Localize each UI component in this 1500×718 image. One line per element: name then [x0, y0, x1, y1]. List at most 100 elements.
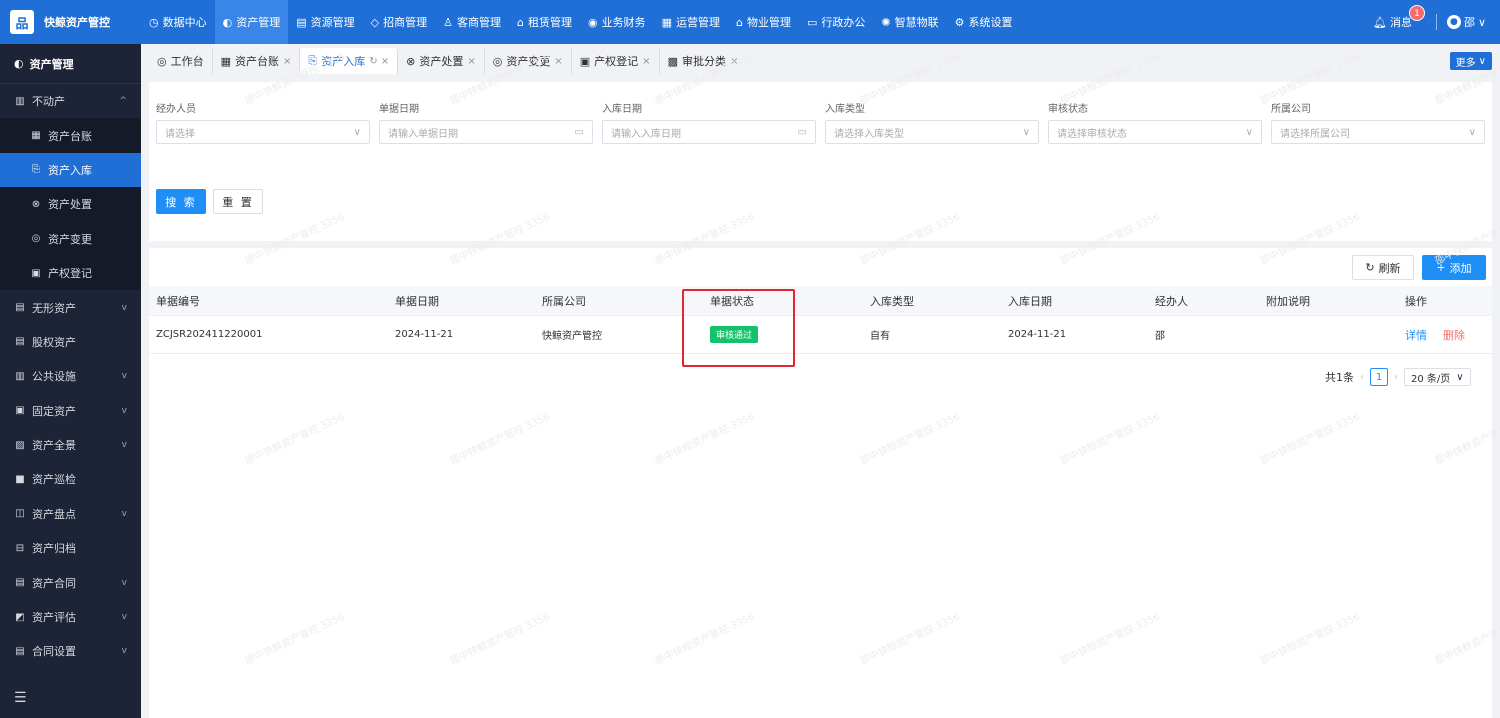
topnav-data-center[interactable]: ◷ 数据中心: [141, 0, 215, 44]
topnav-resource-management[interactable]: ▤ 资源管理: [288, 0, 362, 44]
actions-cell: 详情 删除: [1405, 316, 1465, 353]
sidebar-item-asset-disposal[interactable]: ⊗ 资产处置: [0, 187, 141, 222]
refresh-button[interactable]: ↻ 刷新: [1352, 255, 1414, 280]
sidebar-item-equity[interactable]: ▤ 股权资产: [0, 325, 141, 359]
sidebar-item-asset-inventory[interactable]: ◫ 资产盘点 v: [0, 497, 141, 531]
tab-workbench[interactable]: ◎ 工作台: [149, 48, 213, 74]
tab-property-registration[interactable]: ▣ 产权登记 ×: [572, 48, 660, 74]
document-date-field: 单据日期 请输入单据日期 ▭: [379, 100, 593, 144]
column-header[interactable]: 单据编号: [156, 286, 200, 315]
sidebar-item-label: 不动产: [32, 95, 65, 109]
refresh-icon: ↻: [1365, 261, 1375, 274]
sidebar-item-label: 资产变更: [48, 232, 92, 246]
sun-icon: ✺: [881, 15, 891, 29]
placeholder: 请输入入库日期: [611, 128, 681, 140]
search-button[interactable]: 搜 索: [156, 189, 206, 214]
sidebar-item-asset-inspection[interactable]: ■ 资产巡检: [0, 462, 141, 496]
menu-collapse-icon[interactable]: ☰: [14, 690, 27, 706]
field-label: 入库类型: [825, 104, 865, 115]
close-icon[interactable]: ×: [642, 56, 650, 67]
company-select[interactable]: 请选择所属公司 ∨: [1271, 120, 1485, 144]
next-page-icon[interactable]: ›: [1394, 372, 1398, 383]
close-icon[interactable]: ×: [283, 56, 291, 67]
topnav-office[interactable]: ▭ 行政办公: [799, 0, 873, 44]
detail-link[interactable]: 详情: [1405, 327, 1427, 343]
sidebar-item-intangible[interactable]: ▤ 无形资产 v: [0, 290, 141, 324]
sidebar-item-property-registration[interactable]: ▣ 产权登记: [0, 255, 141, 291]
sidebar-item-label: 产权登记: [48, 267, 92, 281]
topnav-lease[interactable]: ⌂ 租赁管理: [509, 0, 580, 44]
topnav-settings[interactable]: ⚙ 系统设置: [947, 0, 1021, 44]
table-row[interactable]: ZCJSR202411220001 2024-11-21 快鲸资产管控 审核通过…: [149, 316, 1492, 354]
tab-label: 产权登记: [594, 55, 639, 68]
message-button[interactable]: 🔔︎ 消息 1: [1373, 5, 1425, 30]
prev-page-icon[interactable]: ‹: [1360, 372, 1364, 383]
tab-asset-disposal[interactable]: ⊗ 资产处置 ×: [398, 48, 485, 74]
sidebar-item-real-estate[interactable]: ▥ 不动产 ^: [0, 84, 141, 118]
sidebar-item-asset-inbound[interactable]: ⎘ 资产入库: [0, 152, 141, 188]
more-tabs-button[interactable]: 更多 ∨: [1449, 52, 1492, 70]
tab-bar: ◎ 工作台 ▦ 资产台账 × ⎘ 资产入库 ↻ × ⊗ 资产处置 × ◎ 资产变更 × ▣ 产权登记…: [149, 48, 1492, 74]
user-name: 邵: [1463, 16, 1475, 29]
tab-approval-category[interactable]: ▩ 审批分类 ×: [660, 48, 747, 74]
tab-asset-inbound[interactable]: ⎘ 资产入库 ↻ ×: [300, 48, 399, 74]
column-header[interactable]: 所属公司: [542, 286, 586, 315]
topnav-finance[interactable]: ◉ 业务财务: [580, 0, 654, 44]
document-date-input[interactable]: 请输入单据日期 ▭: [379, 120, 593, 144]
field-label: 经办人员: [156, 104, 196, 115]
page-number[interactable]: 1: [1370, 368, 1388, 386]
topnav-client[interactable]: ♙ 客商管理: [435, 0, 509, 44]
column-header[interactable]: 单据日期: [395, 286, 439, 315]
refresh-close-icon[interactable]: ↻ ×: [369, 56, 389, 67]
reset-button[interactable]: 重 置: [213, 189, 263, 214]
intangible-icon: ▤: [15, 302, 25, 314]
sidebar: ◐ 资产管理 ▥ 不动产 ^ ▦ 资产台账 ⎘ 资产入库 ⊗ 资产处置 ◎ 资产变更 ▣ 产权…: [0, 44, 141, 718]
topnav-operations[interactable]: ▦ 运营管理: [654, 0, 728, 44]
audit-status-select[interactable]: 请选择审核状态 ∨: [1048, 120, 1262, 144]
topnav-investment[interactable]: ◇ 招商管理: [363, 0, 435, 44]
topnav-iot[interactable]: ✺ 智慧物联: [873, 0, 946, 44]
disposal-icon: ⊗: [406, 54, 416, 68]
sidebar-item-asset-contract[interactable]: ▤ 资产合同 v: [0, 565, 141, 599]
sidebar-item-public-facilities[interactable]: ▥ 公共设施 v: [0, 359, 141, 393]
sidebar-item-asset-ledger[interactable]: ▦ 资产台账: [0, 118, 141, 153]
table-panel: ↻ 刷新 + 添加 单据编号 单据日期 所属公司 单据状态 入库类型 入库日期 经办…: [149, 248, 1492, 718]
category-icon: ▩: [667, 54, 678, 68]
sidebar-item-asset-archive[interactable]: ⊟ 资产归档: [0, 531, 141, 565]
column-header[interactable]: 入库类型: [870, 286, 914, 315]
tab-asset-change[interactable]: ◎ 资产变更 ×: [485, 48, 572, 74]
topnav-asset-management[interactable]: ◐ 资产管理: [214, 0, 289, 44]
sidebar-item-label: 无形资产: [32, 301, 76, 315]
column-header[interactable]: 经办人: [1155, 286, 1188, 315]
topnav-property[interactable]: ⌂ 物业管理: [728, 0, 799, 44]
page-size-select[interactable]: 20 条/页 ∨: [1404, 368, 1471, 386]
close-icon[interactable]: ×: [554, 56, 562, 67]
delete-link[interactable]: 删除: [1443, 327, 1465, 343]
inbound-date-input[interactable]: 请输入入库日期 ▭: [602, 120, 816, 144]
tab-asset-ledger[interactable]: ▦ 资产台账 ×: [213, 48, 301, 74]
logo[interactable]: 品 快鲸资产管控: [0, 0, 141, 44]
user-menu[interactable]: ● 邵 ∨: [1446, 14, 1486, 30]
sidebar-item-asset-panorama[interactable]: ▨ 资产全景 v: [0, 428, 141, 462]
close-icon[interactable]: ×: [730, 56, 738, 67]
topnav-label: 资源管理: [310, 16, 355, 29]
column-header[interactable]: 入库日期: [1008, 286, 1052, 315]
top-bar: 品 快鲸资产管控 ◷ 数据中心 ◐ 资产管理 ▤ 资源管理 ◇ 招商管理 ♙ 客商管理 ⌂…: [0, 0, 1500, 44]
close-icon[interactable]: ×: [467, 56, 475, 67]
sidebar-item-fixed-assets[interactable]: ▣ 固定资产 v: [0, 394, 141, 428]
sidebar-item-asset-evaluation[interactable]: ◩ 资产评估 v: [0, 600, 141, 634]
monitor-icon: ▭: [806, 15, 818, 29]
sidebar-item-asset-change[interactable]: ◎ 资产变更: [0, 221, 141, 256]
placeholder: 请选择: [165, 128, 195, 140]
column-header[interactable]: 操作: [1405, 286, 1427, 315]
disposal-icon: ⊗: [31, 198, 41, 210]
ledger-icon: ▦: [220, 54, 232, 68]
chevron-down-icon: v: [121, 302, 127, 313]
column-header[interactable]: 附加说明: [1266, 286, 1310, 315]
pagination: 共1条 ‹ 1 › 20 条/页 ∨: [1325, 368, 1471, 386]
inbound-type-select[interactable]: 请选择入库类型 ∨: [825, 120, 1039, 144]
add-button[interactable]: + 添加: [1422, 255, 1486, 280]
chevron-down-icon: v: [121, 371, 127, 382]
handler-select[interactable]: 请选择 ∨: [156, 120, 370, 144]
sidebar-item-contract-settings[interactable]: ▤ 合同设置 v: [0, 634, 141, 668]
